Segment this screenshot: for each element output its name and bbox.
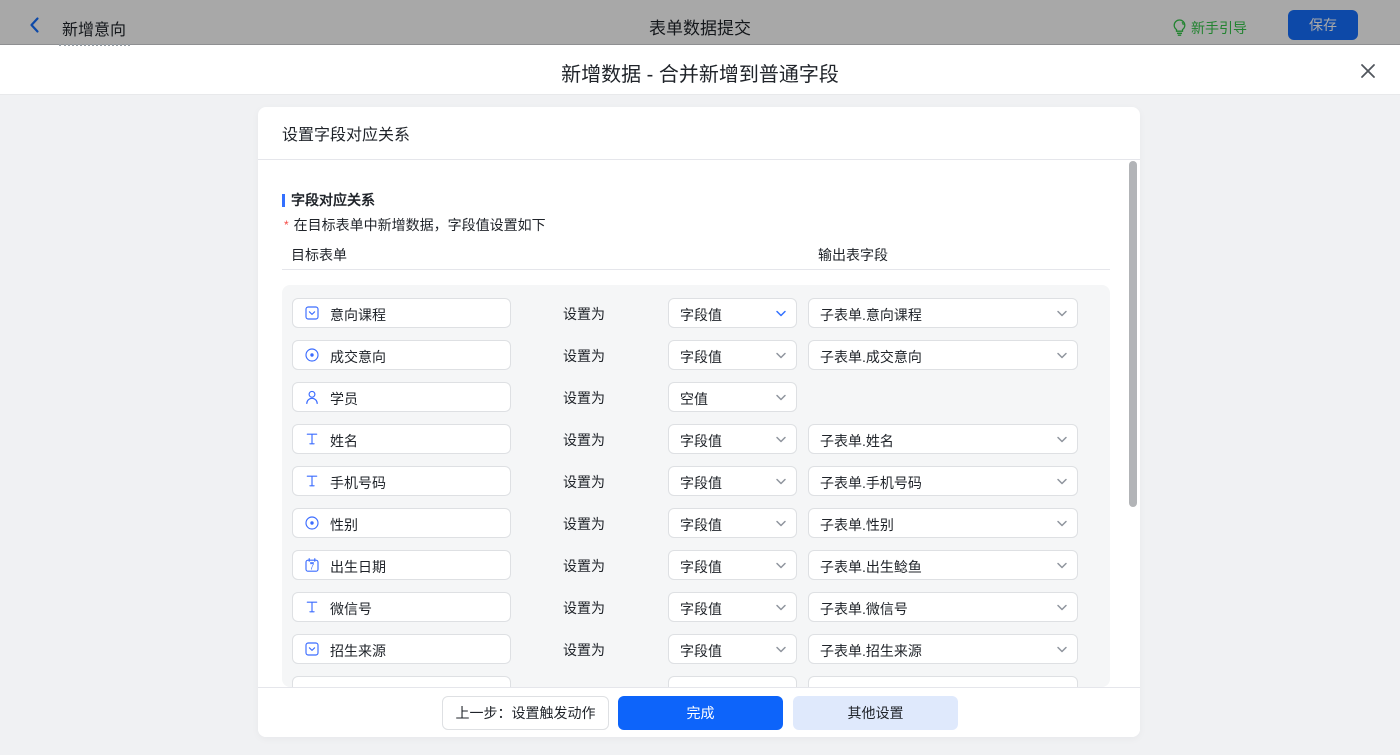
svg-text:7: 7 [310, 563, 315, 572]
